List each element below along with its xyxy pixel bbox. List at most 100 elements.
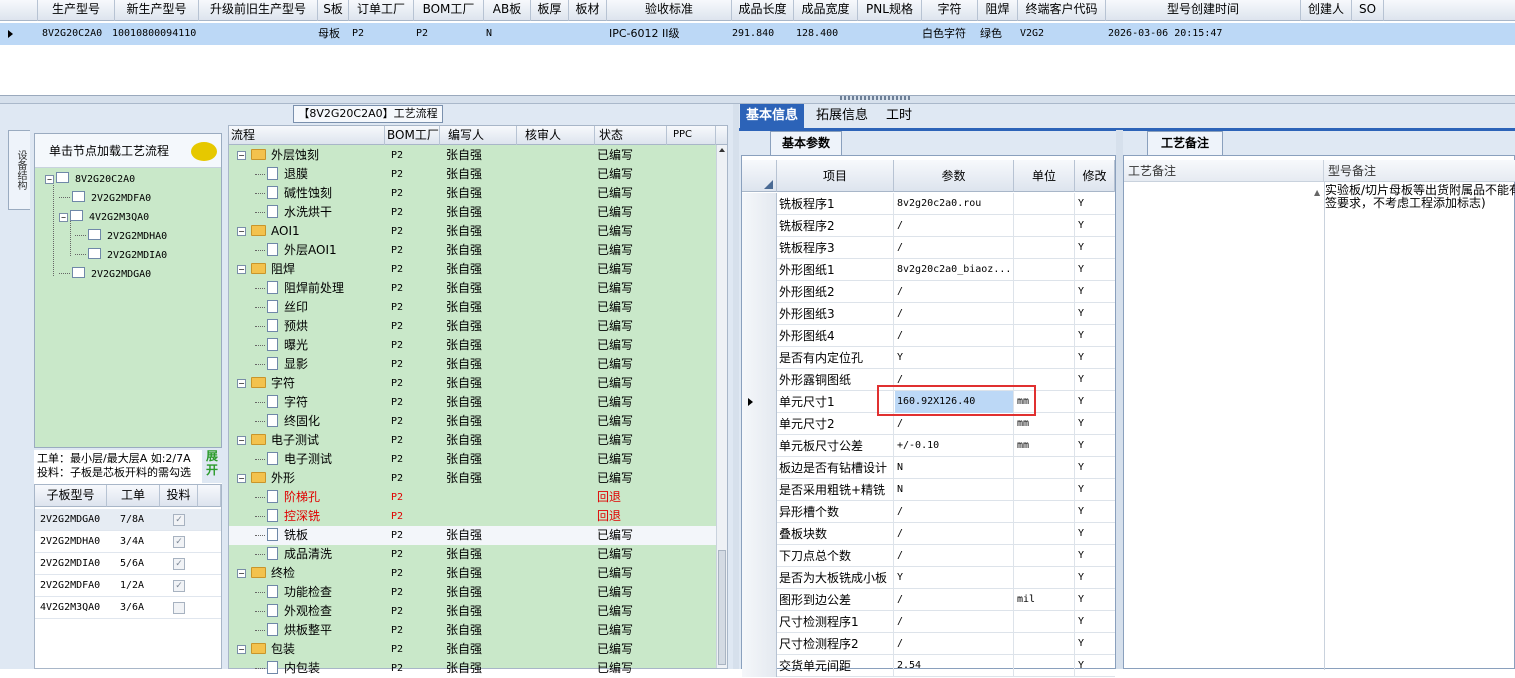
param-modified[interactable]: Y <box>1076 215 1115 237</box>
tab-work-hours[interactable]: 工时 <box>880 104 918 128</box>
row-indicator[interactable] <box>742 435 777 457</box>
param-value[interactable]: / <box>895 215 1014 237</box>
cell-writer[interactable]: 张自强 <box>446 526 516 545</box>
cell-bom-factory[interactable]: P2 <box>391 374 439 393</box>
cell-writer[interactable]: 张自强 <box>446 355 516 374</box>
collapse-icon[interactable]: − <box>237 265 246 274</box>
cell-bom-factory[interactable]: P2 <box>391 488 439 507</box>
cell-creator[interactable] <box>1301 23 1351 45</box>
cell-status[interactable]: 已编写 <box>597 298 665 317</box>
param-unit[interactable] <box>1015 325 1075 347</box>
cell-sub-model[interactable]: 2V2G2MDFA0 <box>40 575 106 597</box>
tab-basic-info[interactable]: 基本信息 <box>740 104 805 128</box>
row-indicator[interactable] <box>742 523 777 545</box>
cell-writer[interactable]: 张自强 <box>446 583 516 602</box>
tree-node[interactable]: 2V2G2MDHA0 <box>75 228 167 246</box>
cell-bom-factory[interactable]: P2 <box>391 355 439 374</box>
table-row[interactable]: 烘板整平 P2 张自强 已编写 <box>229 621 716 640</box>
cell-so[interactable] <box>1352 23 1383 45</box>
table-row[interactable]: 单元板尺寸公差 +/-0.10 mm Y <box>742 435 1115 457</box>
table-row[interactable]: 阻焊前处理 P2 张自强 已编写 <box>229 279 716 298</box>
cell-pnl[interactable] <box>858 23 921 45</box>
cell-status[interactable]: 已编写 <box>597 260 665 279</box>
table-row[interactable]: 是否采用粗铣+精铣 N Y <box>742 479 1115 501</box>
param-item[interactable]: 外形图纸4 <box>779 325 894 347</box>
cell-writer[interactable]: 张自强 <box>446 222 516 241</box>
param-modified[interactable]: Y <box>1076 325 1115 347</box>
table-row[interactable]: 外形图纸1 8v2g20c2a0_biaoz... Y <box>742 259 1115 281</box>
col-header[interactable]: 单位 <box>1014 160 1075 192</box>
expand-button[interactable]: 展开 <box>202 449 222 483</box>
param-value[interactable]: / <box>895 523 1014 545</box>
flow-step-name[interactable]: 显影 <box>267 355 385 374</box>
cell-writer[interactable]: 张自强 <box>446 640 516 659</box>
param-value[interactable]: / <box>895 303 1014 325</box>
row-indicator[interactable] <box>742 457 777 479</box>
flow-step-name[interactable]: 烘板整平 <box>267 621 385 640</box>
col-header[interactable]: BOM工厂 <box>414 0 484 21</box>
cell-writer[interactable]: 张自强 <box>446 165 516 184</box>
table-row[interactable]: 单元尺寸2/mm Y <box>742 413 1115 435</box>
col-header[interactable]: PNL规格 <box>858 0 922 21</box>
feed-checkbox[interactable] <box>173 602 185 614</box>
flow-step-name[interactable]: 阶梯孔 <box>267 488 385 507</box>
row-indicator[interactable] <box>742 303 777 325</box>
param-unit[interactable] <box>1015 611 1075 633</box>
col-header[interactable]: 型号创建时间 <box>1106 0 1301 21</box>
param-unit[interactable] <box>1015 259 1075 281</box>
param-value[interactable]: 8v2g20c2a0.rou <box>895 193 1014 215</box>
tree-node[interactable]: 2V2G2MDFA0 <box>59 190 151 208</box>
row-indicator[interactable] <box>742 369 777 391</box>
col-header[interactable]: 订单工厂 <box>349 0 414 21</box>
flow-step-name[interactable]: 包装 <box>251 640 385 659</box>
table-row[interactable]: 预烘 P2 张自强 已编写 <box>229 317 716 336</box>
row-indicator[interactable] <box>742 347 777 369</box>
param-unit[interactable] <box>1015 655 1075 677</box>
table-row[interactable]: 字符 P2 张自强 已编写 <box>229 393 716 412</box>
cell-s-board[interactable]: 母板 <box>316 23 350 45</box>
feed-checkbox[interactable]: ✓ <box>173 558 185 570</box>
col-header[interactable]: S板 <box>318 0 349 21</box>
cell-status[interactable]: 已编写 <box>597 602 665 621</box>
table-row[interactable]: 终固化 P2 张自强 已编写 <box>229 412 716 431</box>
tree-node[interactable]: −8V2G20C2A0 <box>45 171 135 189</box>
table-row[interactable]: 异形槽个数 / Y <box>742 501 1115 523</box>
cell-order-factory[interactable]: P2 <box>350 23 414 45</box>
cell-created-time[interactable]: 2026-03-06 20:15:47 <box>1106 23 1300 45</box>
row-indicator[interactable] <box>742 589 777 611</box>
model-note-text[interactable]: 实验板/切片母板等出货附属品不能有 签要求，不考虑工程添加标志) <box>1325 184 1515 244</box>
param-modified[interactable]: Y <box>1076 413 1115 435</box>
cell-bom-factory[interactable]: P2 <box>391 583 439 602</box>
cell-writer[interactable]: 张自强 <box>446 431 516 450</box>
side-tab-equipment-structure[interactable]: 设备结构 <box>8 130 30 210</box>
param-modified[interactable]: Y <box>1076 391 1115 413</box>
flow-step-name[interactable]: 终检 <box>251 564 385 583</box>
param-modified[interactable]: Y <box>1076 611 1115 633</box>
param-item[interactable]: 单元板尺寸公差 <box>779 435 894 457</box>
param-modified[interactable]: Y <box>1076 567 1115 589</box>
param-modified[interactable]: Y <box>1076 369 1115 391</box>
param-modified[interactable]: Y <box>1076 237 1115 259</box>
param-value[interactable]: / <box>895 589 1014 611</box>
cell-writer[interactable]: 张自强 <box>446 241 516 260</box>
row-indicator[interactable] <box>742 479 777 501</box>
cell-bom-factory[interactable]: P2 <box>391 469 439 488</box>
cell-writer[interactable]: 张自强 <box>446 412 516 431</box>
cell-status[interactable]: 已编写 <box>597 393 665 412</box>
cell-writer[interactable]: 张自强 <box>446 602 516 621</box>
table-row[interactable]: 外形图纸2/ Y <box>742 281 1115 303</box>
col-header[interactable]: 创建人 <box>1301 0 1352 21</box>
table-row[interactable]: 是否有内定位孔 Y Y <box>742 347 1115 369</box>
param-unit[interactable] <box>1015 303 1075 325</box>
param-unit[interactable] <box>1015 457 1075 479</box>
flow-step-name[interactable]: 字符 <box>251 374 385 393</box>
param-item[interactable]: 尺寸检测程序1 <box>779 611 894 633</box>
cell-status[interactable]: 已编写 <box>597 165 665 184</box>
cell-bom-factory[interactable]: P2 <box>391 146 439 165</box>
flow-step-name[interactable]: 外层AOI1 <box>267 241 385 260</box>
cell-customer-code[interactable]: V2G2 <box>1018 23 1105 45</box>
cell-status[interactable]: 已编写 <box>597 355 665 374</box>
scroll-up-icon[interactable]: ▲ <box>1314 188 1320 197</box>
table-row[interactable]: 板边是否有钻槽设计 N Y <box>742 457 1115 479</box>
cell-soldermask[interactable]: 绿色 <box>978 23 1018 45</box>
